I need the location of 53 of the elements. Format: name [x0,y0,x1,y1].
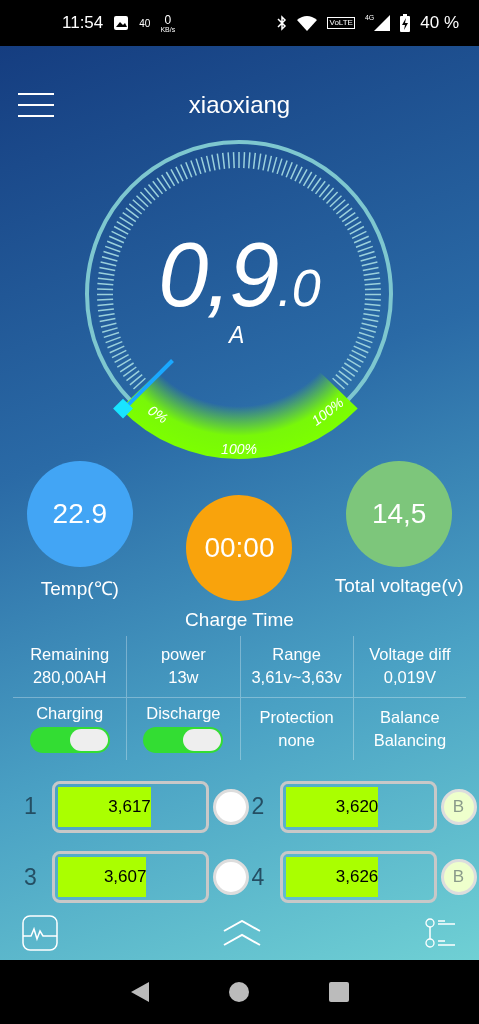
stat-label: Voltage diff [369,645,451,665]
stat-value: 280,00AH [32,668,107,688]
control-label: Charging [36,704,104,724]
stat-label: Range [272,645,321,665]
control-label: Balance [380,707,440,727]
volte-indicator: VoLTE [327,17,355,29]
home-icon[interactable] [229,982,250,1002]
clock: 11:54 [62,13,104,33]
stat-value: 13w [168,668,199,688]
stat-label: power [160,645,206,665]
cell-fill: 3,626 [285,857,379,898]
scale-label: 0% [145,401,171,427]
control-label: Discharge [146,704,221,724]
current-decimal: .0 [277,258,321,317]
stat-label: Remaining [30,645,110,665]
readout-circle: 00:00 [186,494,293,601]
speed-value: 0 [164,13,172,26]
battery-percent: 40 % [420,13,459,33]
scale-label: 100% [221,440,257,457]
readout-label: Charge Time [185,608,294,631]
cell-fill: 3,620 [285,786,379,827]
pulse-monitor-icon[interactable] [22,914,58,951]
control-value: none [278,730,315,750]
cell-fill: 3,607 [58,857,147,898]
cell-number: 4 [251,863,266,891]
toggle-switch[interactable] [29,727,110,754]
menu-icon[interactable] [18,92,54,118]
cell-fill: 3,617 [58,786,151,827]
back-icon[interactable] [129,981,150,1003]
image-icon [113,15,130,31]
timeline-list-icon[interactable] [425,917,457,948]
control-value: Balancing [373,730,447,750]
readout-label: Total voltage(v) [334,574,464,597]
chevron-up-icon[interactable] [222,919,261,946]
control-label: Protection [259,707,334,727]
stat-value: 3,61v~3,63v [251,668,342,688]
cell-number: 3 [24,863,38,891]
notification-count: 40 [139,17,151,29]
wifi-icon [297,15,318,31]
app-title: xiaoxiang [188,90,291,119]
recents-icon[interactable] [329,982,350,1002]
bluetooth-icon [277,15,288,31]
battery-icon [400,14,411,32]
toggle-switch[interactable] [143,727,224,754]
readout-circle: 22.9 [26,460,133,567]
readout-circle: 14,5 [346,460,453,567]
cell-number: 2 [251,793,266,821]
signal-icon [374,15,391,31]
readout-label: Temp(℃) [40,576,119,601]
balance-badge: B [440,859,477,896]
cell-number: 1 [24,793,38,821]
stat-value: 0,019V [383,668,436,688]
balance-badge: B [440,788,477,825]
